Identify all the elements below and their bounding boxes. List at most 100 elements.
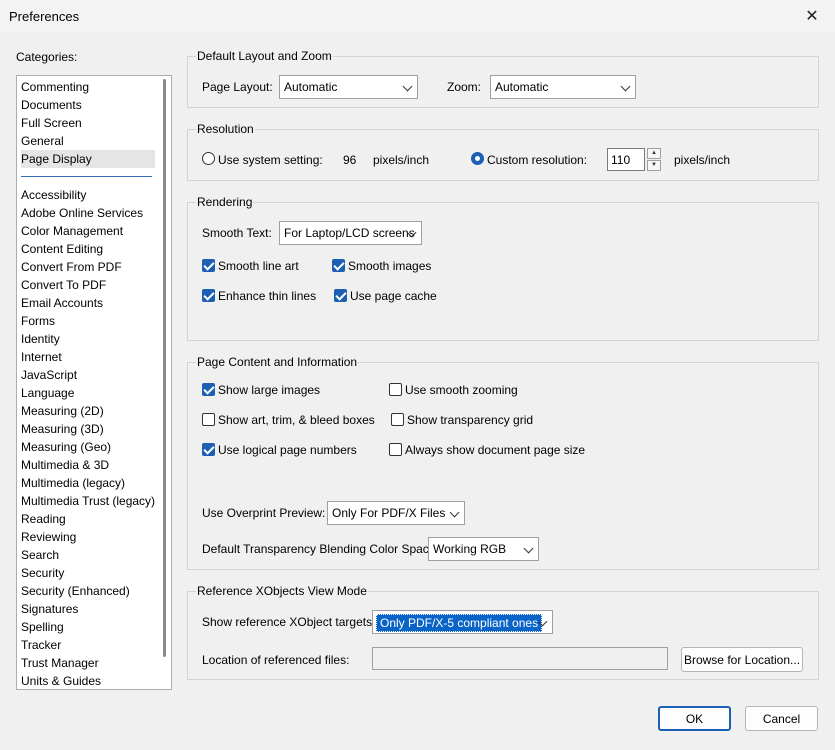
group-title: Rendering <box>196 195 254 209</box>
smooth-line-art-label: Smooth line art <box>218 259 299 273</box>
category-item-documents[interactable]: Documents <box>21 96 82 114</box>
category-item[interactable]: Measuring (Geo) <box>21 438 111 456</box>
use-page-cache-label: Use page cache <box>350 289 437 303</box>
custom-resolution-radio[interactable] <box>471 152 484 165</box>
xobject-targets-select[interactable]: Only PDF/X-5 compliant ones <box>372 610 553 634</box>
custom-resolution-unit: pixels/inch <box>674 153 731 167</box>
category-item[interactable]: Units & Guides <box>21 672 101 689</box>
show-transparency-grid-label: Show transparency grid <box>407 413 534 427</box>
layout-zoom-group: Default Layout and Zoom Page Layout: Aut… <box>187 49 819 108</box>
category-item-commenting[interactable]: Commenting <box>21 78 89 96</box>
rendering-group: Rendering Smooth Text: For Laptop/LCD sc… <box>187 195 819 341</box>
category-item[interactable]: Multimedia & 3D <box>21 456 109 474</box>
always-show-page-size-checkbox[interactable] <box>389 443 402 456</box>
use-system-setting-label: Use system setting: <box>218 153 323 167</box>
category-item[interactable]: Convert From PDF <box>21 258 122 276</box>
always-show-page-size-label: Always show document page size <box>405 443 586 457</box>
custom-resolution-label: Custom resolution: <box>487 153 588 167</box>
smooth-images-label: Smooth images <box>348 259 432 273</box>
close-icon: ✕ <box>805 8 819 25</box>
category-item[interactable]: Tracker <box>21 636 61 654</box>
category-item[interactable]: Language <box>21 384 74 402</box>
category-item[interactable]: Security <box>21 564 64 582</box>
category-item-general[interactable]: General <box>21 132 64 150</box>
show-art-trim-bleed-checkbox[interactable] <box>202 413 215 426</box>
chevron-down-icon <box>523 543 534 554</box>
smooth-images-checkbox[interactable] <box>332 259 345 272</box>
use-smooth-zooming-label: Use smooth zooming <box>405 383 518 397</box>
close-button[interactable]: ✕ <box>789 0 835 32</box>
category-item[interactable]: Reading <box>21 510 66 528</box>
category-item[interactable]: JavaScript <box>21 366 77 384</box>
spin-down-button[interactable]: ▼ <box>647 160 661 171</box>
spin-up-button[interactable]: ▲ <box>647 148 661 159</box>
category-item[interactable]: Adobe Online Services <box>21 204 143 222</box>
show-transparency-grid-checkbox[interactable] <box>391 413 404 426</box>
page-layout-value: Automatic <box>284 80 338 94</box>
category-item[interactable]: Accessibility <box>21 186 86 204</box>
group-title: Resolution <box>196 122 255 136</box>
referenced-files-location-input[interactable] <box>372 647 668 670</box>
category-item[interactable]: Measuring (3D) <box>21 420 104 438</box>
referenced-files-location-label: Location of referenced files: <box>202 653 350 667</box>
categories-label: Categories: <box>16 50 78 64</box>
category-item[interactable]: Measuring (2D) <box>21 402 104 420</box>
zoom-value: Automatic <box>495 80 549 94</box>
category-item[interactable]: Multimedia (legacy) <box>21 474 125 492</box>
category-item-page-display[interactable]: Page Display <box>21 150 155 168</box>
use-system-setting-radio[interactable] <box>202 152 215 165</box>
category-item[interactable]: Convert To PDF <box>21 276 106 294</box>
enhance-thin-lines-label: Enhance thin lines <box>218 289 317 303</box>
category-item[interactable]: Email Accounts <box>21 294 103 312</box>
category-separator <box>21 176 152 177</box>
chevron-down-icon <box>402 81 413 92</box>
page-content-group: Page Content and Information Show large … <box>187 355 819 570</box>
ok-button[interactable]: OK <box>658 706 731 731</box>
smooth-text-select[interactable]: For Laptop/LCD screens <box>279 221 422 245</box>
chevron-down-icon <box>449 507 460 518</box>
overprint-preview-select[interactable]: Only For PDF/X Files <box>327 501 465 525</box>
category-item[interactable]: Color Management <box>21 222 123 240</box>
category-item[interactable]: Internet <box>21 348 62 366</box>
blending-color-space-select[interactable]: Working RGB <box>428 537 539 561</box>
category-item[interactable]: Search <box>21 546 59 564</box>
page-layout-select[interactable]: Automatic <box>279 75 418 99</box>
xobjects-group: Reference XObjects View Mode Show refere… <box>187 584 819 680</box>
zoom-label: Zoom: <box>447 80 482 94</box>
category-item[interactable]: Multimedia Trust (legacy) <box>21 492 155 510</box>
category-item[interactable]: Identity <box>21 330 60 348</box>
category-item[interactable]: Trust Manager <box>21 654 99 672</box>
use-logical-page-numbers-label: Use logical page numbers <box>218 443 357 457</box>
smooth-line-art-checkbox[interactable] <box>202 259 215 272</box>
category-item[interactable]: Signatures <box>21 600 78 618</box>
overprint-preview-value: Only For PDF/X Files <box>332 506 446 520</box>
custom-resolution-input[interactable]: 110 <box>607 148 645 171</box>
xobject-targets-label: Show reference XObject targets: <box>202 615 376 629</box>
group-title: Page Content and Information <box>196 355 359 369</box>
show-art-trim-bleed-label: Show art, trim, & bleed boxes <box>218 413 375 427</box>
use-logical-page-numbers-checkbox[interactable] <box>202 443 215 456</box>
category-item[interactable]: Forms <box>21 312 55 330</box>
smooth-text-label: Smooth Text: <box>202 226 272 240</box>
category-item[interactable]: Security (Enhanced) <box>21 582 130 600</box>
system-resolution-value: 96 <box>343 153 357 167</box>
show-large-images-checkbox[interactable] <box>202 383 215 396</box>
zoom-select[interactable]: Automatic <box>490 75 636 99</box>
xobject-targets-value: Only PDF/X-5 compliant ones <box>376 614 543 632</box>
enhance-thin-lines-checkbox[interactable] <box>202 289 215 302</box>
chevron-down-icon <box>620 81 631 92</box>
show-large-images-label: Show large images <box>218 383 321 397</box>
resolution-group: Resolution Use system setting: 96 pixels… <box>187 122 819 181</box>
category-item-full-screen[interactable]: Full Screen <box>21 114 82 132</box>
category-item[interactable]: Reviewing <box>21 528 76 546</box>
categories-scrollbar[interactable] <box>163 79 166 657</box>
category-item[interactable]: Spelling <box>21 618 64 636</box>
use-page-cache-checkbox[interactable] <box>334 289 347 302</box>
overprint-preview-label: Use Overprint Preview: <box>202 506 326 520</box>
use-smooth-zooming-checkbox[interactable] <box>389 383 402 396</box>
category-item[interactable]: Content Editing <box>21 240 103 258</box>
categories-list[interactable]: Commenting Documents Full Screen General… <box>16 75 172 690</box>
title-bar: Preferences ✕ <box>0 0 835 32</box>
browse-for-location-button[interactable]: Browse for Location... <box>681 647 803 672</box>
cancel-button[interactable]: Cancel <box>745 706 818 731</box>
